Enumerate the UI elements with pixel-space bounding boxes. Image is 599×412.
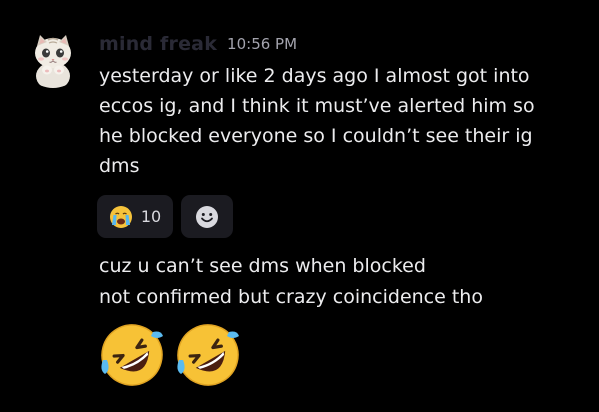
add-reaction-smiley-icon bbox=[196, 205, 218, 228]
followup-messages: cuz u can’t see dms when blocked not con… bbox=[99, 251, 483, 313]
chat-message: mind freak 10:56 PM yesterday or like 2 … bbox=[0, 0, 599, 412]
followup-line: not confirmed but crazy coincidence tho bbox=[99, 286, 483, 308]
add-reaction-button[interactable] bbox=[181, 195, 233, 238]
message-body: yesterday or like 2 days ago I almost go… bbox=[99, 61, 579, 181]
message-header: mind freak 10:56 PM bbox=[99, 30, 297, 58]
jumbo-emoji-message bbox=[97, 320, 243, 390]
message-line: dms bbox=[99, 155, 140, 177]
reaction-crying-face[interactable]: 10 bbox=[97, 195, 173, 238]
followup-line: cuz u can’t see dms when blocked bbox=[99, 255, 426, 277]
cat-avatar-icon bbox=[22, 26, 84, 88]
message-line: he blocked everyone so I couldn’t see th… bbox=[99, 125, 533, 147]
message-line: eccos ig, and I think it must’ve alerted… bbox=[99, 95, 535, 117]
reaction-count: 10 bbox=[140, 207, 162, 226]
avatar[interactable] bbox=[22, 26, 84, 88]
timestamp: 10:56 PM bbox=[227, 35, 298, 53]
username[interactable]: mind freak bbox=[99, 33, 217, 55]
rolling-on-floor-laughing-emoji-icon bbox=[177, 324, 239, 386]
message-line: yesterday or like 2 days ago I almost go… bbox=[99, 65, 530, 87]
reaction-bar: 10 bbox=[97, 195, 233, 238]
rolling-on-floor-laughing-emoji-icon bbox=[101, 324, 163, 386]
crying-face-emoji-icon bbox=[109, 205, 132, 228]
